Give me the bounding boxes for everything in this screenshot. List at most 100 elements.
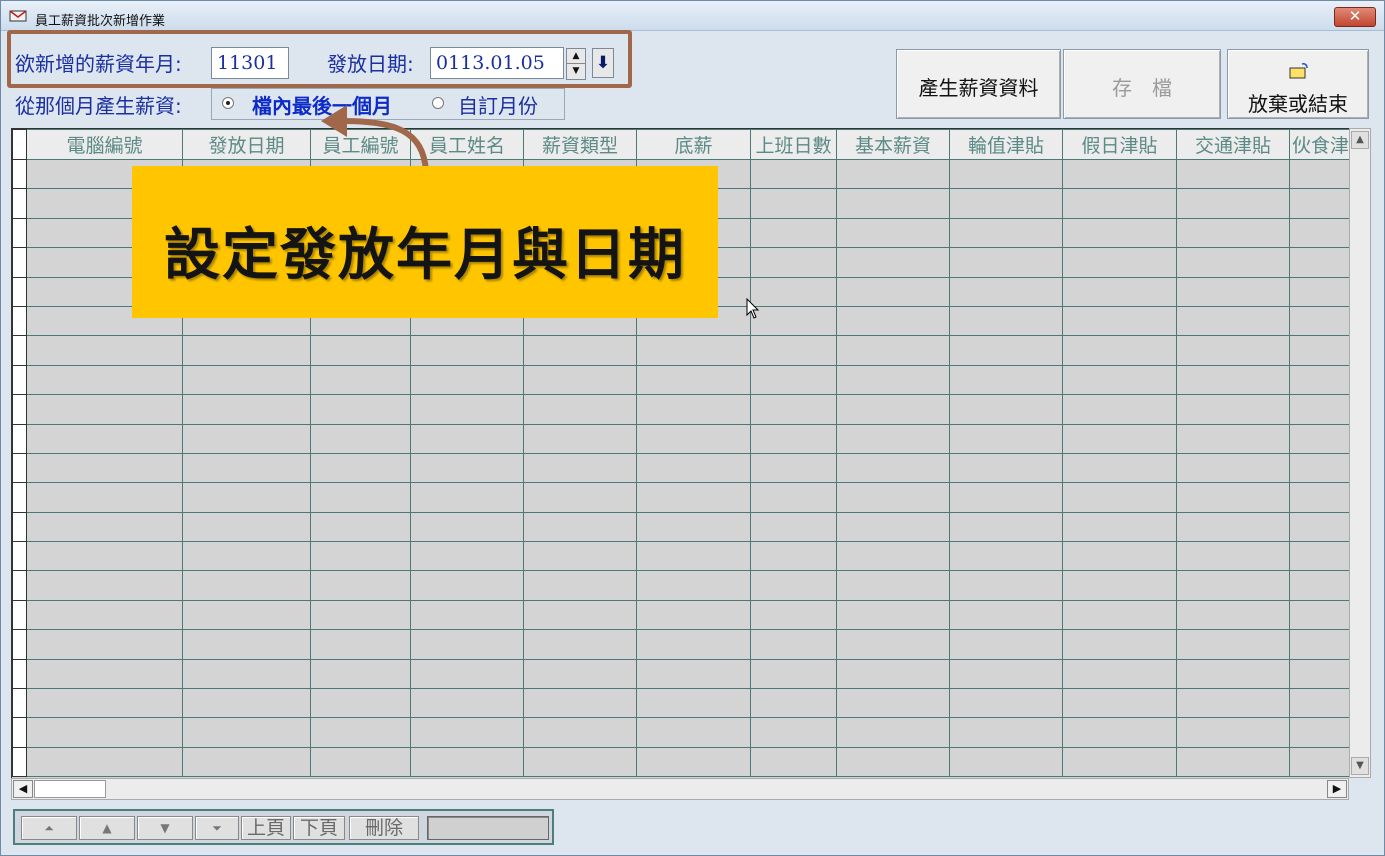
grid-cell[interactable]: [1062, 482, 1177, 513]
column-header[interactable]: 假日津貼: [1062, 129, 1177, 160]
grid-cell[interactable]: [836, 423, 950, 454]
grid-cell[interactable]: [1176, 629, 1290, 660]
row-selector[interactable]: [12, 423, 27, 454]
grid-cell[interactable]: [523, 452, 637, 484]
grid-cell[interactable]: [1289, 335, 1349, 366]
grid-cell[interactable]: [523, 364, 637, 396]
grid-cell[interactable]: [182, 423, 311, 454]
grid-cell[interactable]: [1062, 276, 1177, 307]
grid-cell[interactable]: [949, 423, 1063, 454]
column-header[interactable]: 上班日數: [750, 129, 837, 160]
navigator-search-field[interactable]: [427, 816, 549, 840]
grid-cell[interactable]: [1176, 746, 1290, 778]
grid-cell[interactable]: [1176, 217, 1290, 249]
column-header[interactable]: 薪資類型: [523, 129, 637, 160]
row-selector[interactable]: [12, 658, 27, 690]
grid-cell[interactable]: [1176, 717, 1290, 748]
grid-cell[interactable]: [410, 452, 524, 484]
grid-cell[interactable]: [1062, 305, 1177, 337]
grid-cell[interactable]: [1289, 511, 1349, 543]
grid-cell[interactable]: [949, 247, 1063, 278]
grid-cell[interactable]: [310, 452, 411, 484]
row-selector[interactable]: [12, 599, 27, 631]
grid-cell[interactable]: [636, 658, 751, 690]
grid-cell[interactable]: [182, 364, 311, 396]
grid-cell[interactable]: [836, 599, 950, 631]
grid-cell[interactable]: [836, 482, 950, 513]
grid-cell[interactable]: [523, 335, 637, 366]
grid-cell[interactable]: [750, 364, 837, 396]
column-header[interactable]: 基本薪資: [836, 129, 950, 160]
grid-cell[interactable]: [410, 394, 524, 425]
radio-last-month[interactable]: [222, 97, 234, 109]
grid-cell[interactable]: [410, 511, 524, 543]
grid-cell[interactable]: [1062, 335, 1177, 366]
grid-cell[interactable]: [1289, 629, 1349, 660]
grid-cell[interactable]: [410, 658, 524, 690]
grid-cell[interactable]: [1062, 158, 1177, 190]
grid-cell[interactable]: [1062, 629, 1177, 660]
grid-cell[interactable]: [750, 688, 837, 719]
grid-cell[interactable]: [1289, 364, 1349, 396]
grid-cell[interactable]: [523, 599, 637, 631]
grid-cell[interactable]: [1176, 423, 1290, 454]
table-row[interactable]: [12, 364, 1349, 396]
grid-cell[interactable]: [310, 541, 411, 572]
grid-cell[interactable]: [1062, 394, 1177, 425]
grid-cell[interactable]: [1176, 335, 1290, 366]
table-row[interactable]: [12, 717, 1349, 748]
close-button[interactable]: ✕: [1334, 7, 1376, 27]
grid-cell[interactable]: [523, 688, 637, 719]
grid-cell[interactable]: [949, 394, 1063, 425]
grid-cell[interactable]: [836, 570, 950, 601]
grid-cell[interactable]: [310, 629, 411, 660]
grid-cell[interactable]: [750, 511, 837, 543]
grid-cell[interactable]: [636, 570, 751, 601]
table-row[interactable]: [12, 658, 1349, 690]
grid-cell[interactable]: [310, 482, 411, 513]
grid-cell[interactable]: [949, 717, 1063, 748]
grid-cell[interactable]: [523, 482, 637, 513]
table-row[interactable]: [12, 394, 1349, 425]
grid-cell[interactable]: [182, 394, 311, 425]
grid-cell[interactable]: [836, 746, 950, 778]
table-row[interactable]: [12, 570, 1349, 601]
grid-cell[interactable]: [836, 217, 950, 249]
grid-cell[interactable]: [836, 717, 950, 748]
grid-cell[interactable]: [636, 746, 751, 778]
grid-cell[interactable]: [310, 394, 411, 425]
grid-cell[interactable]: [636, 541, 751, 572]
grid-cell[interactable]: [949, 364, 1063, 396]
row-selector[interactable]: [12, 746, 27, 778]
grid-cell[interactable]: [1062, 541, 1177, 572]
grid-cell[interactable]: [310, 570, 411, 601]
grid-cell[interactable]: [836, 688, 950, 719]
grid-cell[interactable]: [636, 717, 751, 748]
row-selector[interactable]: [12, 394, 27, 425]
grid-cell[interactable]: [1289, 658, 1349, 690]
horizontal-scrollbar[interactable]: ◀ ▶: [11, 778, 1349, 800]
grid-cell[interactable]: [26, 394, 183, 425]
previous-page-button[interactable]: 上頁: [241, 816, 291, 840]
grid-cell[interactable]: [182, 335, 311, 366]
grid-cell[interactable]: [523, 746, 637, 778]
grid-cell[interactable]: [523, 629, 637, 660]
grid-cell[interactable]: [836, 364, 950, 396]
grid-cell[interactable]: [1176, 394, 1290, 425]
grid-cell[interactable]: [636, 394, 751, 425]
last-record-button[interactable]: ⏷: [195, 816, 239, 840]
table-row[interactable]: [12, 335, 1349, 366]
row-selector[interactable]: [12, 364, 27, 396]
grid-cell[interactable]: [750, 423, 837, 454]
grid-cell[interactable]: [1289, 247, 1349, 278]
grid-cell[interactable]: [410, 717, 524, 748]
column-header[interactable]: 底薪: [636, 129, 751, 160]
row-selector[interactable]: [12, 688, 27, 719]
grid-cell[interactable]: [1176, 511, 1290, 543]
grid-cell[interactable]: [1176, 658, 1290, 690]
grid-cell[interactable]: [750, 599, 837, 631]
grid-cell[interactable]: [836, 247, 950, 278]
grid-cell[interactable]: [26, 629, 183, 660]
grid-cell[interactable]: [26, 482, 183, 513]
grid-cell[interactable]: [750, 158, 837, 190]
